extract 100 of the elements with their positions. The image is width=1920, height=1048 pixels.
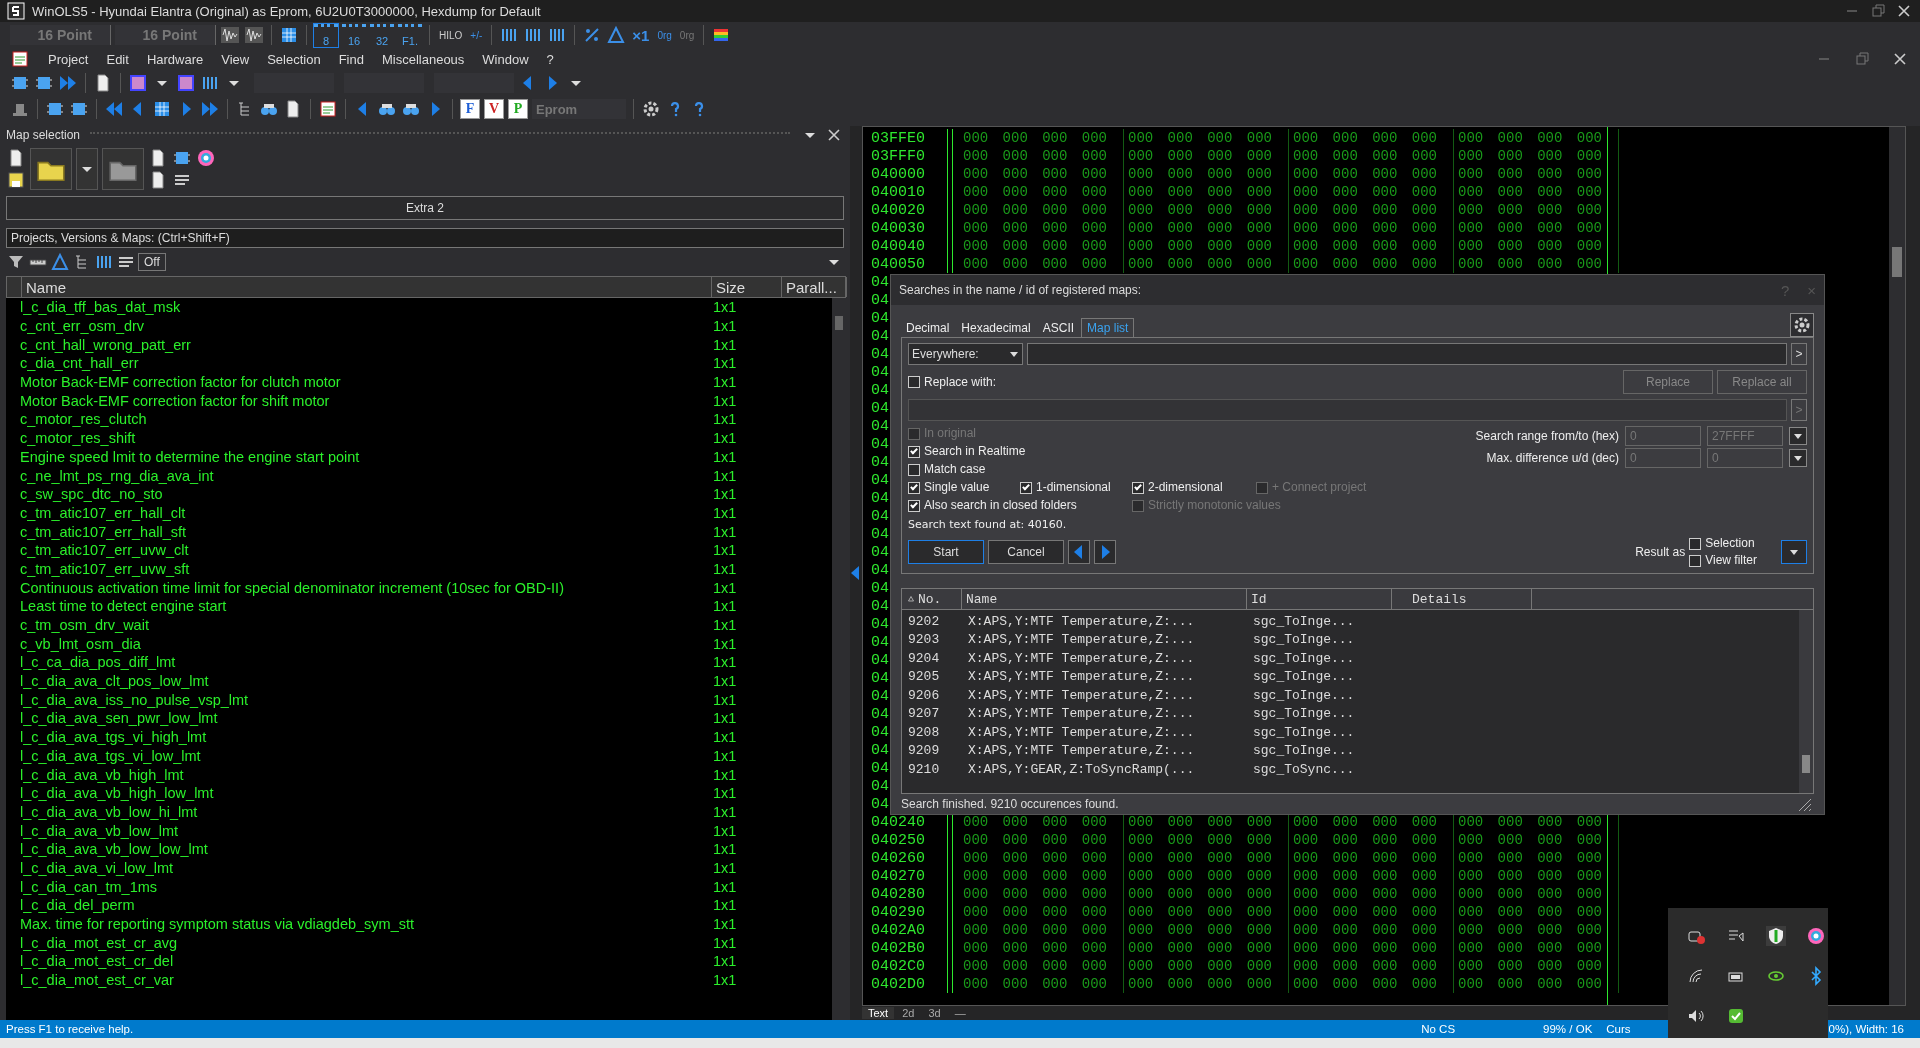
map-name[interactable]: c_tm_atic107_err_hall_clt [16, 504, 705, 521]
map-name[interactable]: l_c_dia_can_tm_1ms [16, 878, 705, 895]
map-name[interactable]: c_tm_atic107_err_uvw_sft [16, 560, 705, 577]
origin-button[interactable]: 0rg [655, 29, 674, 41]
letter-button[interactable]: F [460, 99, 480, 119]
dialog-button[interactable]: Start [908, 540, 984, 564]
result-id[interactable]: sgc_ToInge... [1247, 613, 1392, 629]
option-checkbox[interactable]: Single value [908, 480, 990, 495]
grid-icon[interactable] [279, 25, 299, 45]
column-header[interactable]: Details [1392, 589, 1532, 609]
bit-width-button[interactable]: 8 [314, 23, 338, 47]
map-name[interactable]: c_ne_lmt_ps_rng_dia_ava_int [16, 467, 705, 484]
column-header[interactable]: Size [712, 277, 782, 297]
notepad-icon[interactable] [318, 99, 338, 119]
factor-button[interactable]: ×1 [630, 26, 652, 44]
bit-width-button[interactable]: 32 [370, 23, 394, 47]
result-id[interactable]: sgc_ToInge... [1247, 669, 1392, 685]
view-tab[interactable]: 3d [922, 1007, 947, 1019]
view-tab[interactable]: Text [862, 1007, 895, 1019]
search-tab[interactable]: Map list [1081, 318, 1135, 337]
dialog-button[interactable]: Cancel [988, 540, 1064, 564]
map-name[interactable]: c_dia_cnt_hall_err [16, 355, 705, 372]
map-name[interactable]: l_c_dia_ava_tgs_vi_low_lmt [16, 747, 705, 764]
colorful-circle-icon[interactable] [1806, 926, 1826, 946]
map-name[interactable]: l_c_dia_mot_est_cr_avg [16, 934, 705, 951]
map-name[interactable]: Least time to detect engine start [16, 598, 705, 615]
column-header[interactable]: Name [22, 277, 712, 297]
result-name[interactable]: X:APS,Y:MTF Temperature,Z:... [962, 613, 1247, 629]
option-checkbox[interactable]: Search in Realtime [908, 444, 1026, 459]
app-icon[interactable] [6, 1, 26, 21]
grid-icon[interactable] [152, 99, 172, 119]
menu-item[interactable]: Find [338, 51, 364, 67]
map-name[interactable]: l_c_dia_ava_vb_high_lmt [16, 766, 705, 783]
result-id[interactable]: sgc_ToInge... [1247, 687, 1392, 703]
result-number[interactable]: 9202 [902, 613, 962, 629]
menu-item[interactable]: Miscellaneous [381, 51, 465, 67]
dropdown-button[interactable] [76, 148, 98, 190]
menu-item[interactable]: View [221, 51, 250, 67]
dropdown-button[interactable] [1781, 540, 1807, 564]
result-number[interactable]: 9208 [902, 724, 962, 740]
map-name[interactable]: Engine speed lmit to determine the engine start point [16, 448, 705, 465]
result-number[interactable]: 9207 [902, 706, 962, 722]
letter-button[interactable]: V [484, 99, 504, 119]
result-name[interactable]: X:APS,Y:MTF Temperature,Z:... [962, 743, 1247, 759]
double-arrow-right-icon[interactable] [200, 99, 220, 119]
map-name[interactable]: l_c_dia_ava_vi_low_lmt [16, 859, 705, 876]
result-name[interactable]: X:APS,Y:MTF Temperature,Z:... [962, 669, 1247, 685]
map-name[interactable]: Max. time for reporting symptom status via vdiagdeb_sym_stt [16, 916, 705, 933]
filter-dropdown[interactable]: Projects, Versions & Maps: (Ctrl+Shift+F) [6, 228, 844, 248]
scope-dropdown[interactable]: Everywhere: [908, 343, 1023, 365]
check-shield-icon[interactable] [1726, 1006, 1746, 1026]
map-name[interactable]: Motor Back-EMF correction factor for clutch motor [16, 374, 705, 391]
bit-width-button[interactable]: F1. [398, 23, 422, 47]
map-name[interactable]: l_c_dia_del_perm [16, 897, 705, 914]
sort-triangle-icon[interactable] [906, 594, 916, 604]
shield-icon[interactable] [1766, 926, 1786, 946]
column-header[interactable]: Id [1247, 589, 1392, 609]
replace-field[interactable] [908, 399, 1787, 421]
map-name[interactable]: l_c_dia_ava_iss_no_pulse_vsp_lmt [16, 691, 705, 708]
search-field[interactable] [1027, 343, 1787, 365]
result-id[interactable]: sgc_ToInge... [1247, 632, 1392, 648]
view-tab[interactable]: — [948, 1007, 972, 1019]
scrollbar[interactable] [832, 298, 846, 1020]
map-name[interactable]: c_sw_spc_dtc_no_sto [16, 486, 705, 503]
menu-item[interactable]: ? [546, 51, 554, 67]
map-name[interactable]: c_vb_lmt_osm_dia [16, 635, 705, 652]
column-header[interactable]: Name [962, 589, 1247, 609]
result-number[interactable]: 9206 [902, 687, 962, 703]
result-number[interactable]: 9209 [902, 743, 962, 759]
result-name[interactable]: X:APS,Y:MTF Temperature,Z:... [962, 650, 1247, 666]
option-checkbox[interactable]: Match case [908, 462, 986, 477]
menu-item[interactable]: Project [48, 51, 89, 67]
result-number[interactable]: 9210 [902, 761, 962, 777]
scrollbar[interactable] [1799, 610, 1813, 793]
result-name[interactable]: X:APS,Y:MTF Temperature,Z:... [962, 706, 1247, 722]
result-number[interactable]: 9204 [902, 650, 962, 666]
map-name[interactable]: l_c_dia_ava_vb_low_low_lmt [16, 841, 705, 858]
map-name[interactable]: Motor Back-EMF correction factor for shift motor [16, 392, 705, 409]
result-id[interactable]: sgc_ToInge... [1247, 706, 1392, 722]
byte-order-button[interactable]: HILO [437, 29, 465, 41]
map-name[interactable]: c_tm_atic107_err_hall_sft [16, 523, 705, 540]
sign-button[interactable]: +/- [468, 29, 485, 41]
map-name[interactable]: l_c_dia_tff_bas_dat_msk [16, 299, 705, 316]
off-button[interactable]: Off [138, 253, 166, 271]
dropdown-button[interactable] [1789, 427, 1807, 445]
map-name[interactable]: Continuous activation time limit for special denominator increment (10sec for OBD-II) [16, 579, 705, 596]
bit-width-button[interactable]: 16 [342, 23, 366, 47]
map-name[interactable]: l_c_dia_ava_vb_low_hi_lmt [16, 803, 705, 820]
gear-icon[interactable] [641, 99, 661, 119]
result-checkbox[interactable]: View filter [1689, 553, 1757, 568]
triangle-icon[interactable] [606, 25, 627, 45]
search-tab[interactable]: Hexadecimal [956, 319, 1036, 337]
result-name[interactable]: X:APS,Y:MTF Temperature,Z:... [962, 687, 1247, 703]
colorful-circle-icon[interactable] [196, 148, 216, 168]
option-checkbox[interactable]: Also search in closed folders [908, 498, 1077, 513]
menu-item[interactable]: Selection [267, 51, 321, 67]
search-go-button[interactable]: > [1791, 343, 1807, 365]
column-header[interactable]: No. [902, 589, 962, 609]
result-id[interactable]: sgc_ToSync... [1247, 761, 1392, 777]
search-tab[interactable]: ASCII [1037, 319, 1080, 337]
